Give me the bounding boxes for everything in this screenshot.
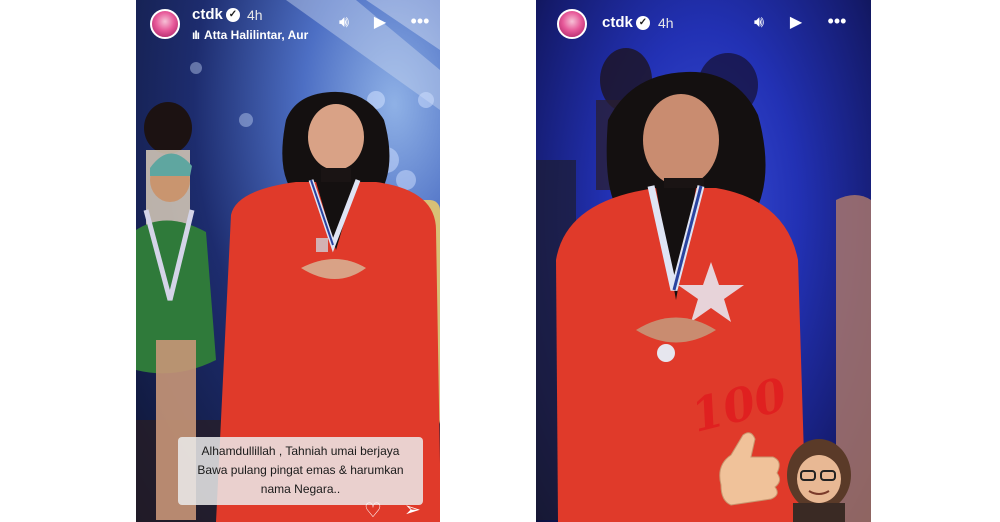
caption-line-1: Alhamdullillah , Tahniah umai berjaya	[201, 444, 400, 458]
verified-badge-icon: ✓	[226, 8, 240, 22]
post-time: 4h	[658, 15, 674, 31]
heart-icon[interactable]: ♡	[364, 498, 382, 522]
speaker-icon[interactable]: 🔊︎	[749, 13, 769, 33]
more-dots-icon[interactable]: •••	[822, 11, 852, 31]
send-icon[interactable]: ➢	[404, 497, 421, 522]
play-icon[interactable]: ▶	[370, 13, 390, 33]
play-icon[interactable]: ▶	[786, 13, 806, 33]
music-info[interactable]: ıIı Atta Halilintar, Aur	[192, 28, 322, 42]
music-title: Atta Halilintar, Aur	[204, 28, 309, 42]
story-frame-left[interactable]: ctdk ✓ 4h ıIı Atta Halilintar, Aur 🔊︎ ▶ •…	[136, 0, 440, 522]
verified-badge-icon: ✓	[636, 16, 650, 30]
story-frame-right[interactable]: ctdk ✓ 4h 🔊︎ ▶ ••• 100	[536, 0, 871, 522]
memoji-thumbs-up-sticker[interactable]	[711, 425, 871, 522]
music-bars-icon: ıIı	[192, 28, 200, 42]
story-caption: Alhamdullillah , Tahniah umai berjaya Ba…	[178, 437, 423, 505]
username[interactable]: ctdk	[602, 14, 633, 31]
more-dots-icon[interactable]: •••	[406, 11, 434, 31]
speaker-icon[interactable]: 🔊︎	[334, 13, 354, 33]
caption-line-2: Bawa pulang pingat emas & harumkan	[197, 463, 404, 477]
post-time: 4h	[247, 7, 263, 23]
caption-line-3: nama Negara..	[260, 482, 341, 496]
avatar[interactable]	[150, 9, 180, 39]
username[interactable]: ctdk	[192, 6, 223, 23]
avatar[interactable]	[557, 9, 587, 39]
